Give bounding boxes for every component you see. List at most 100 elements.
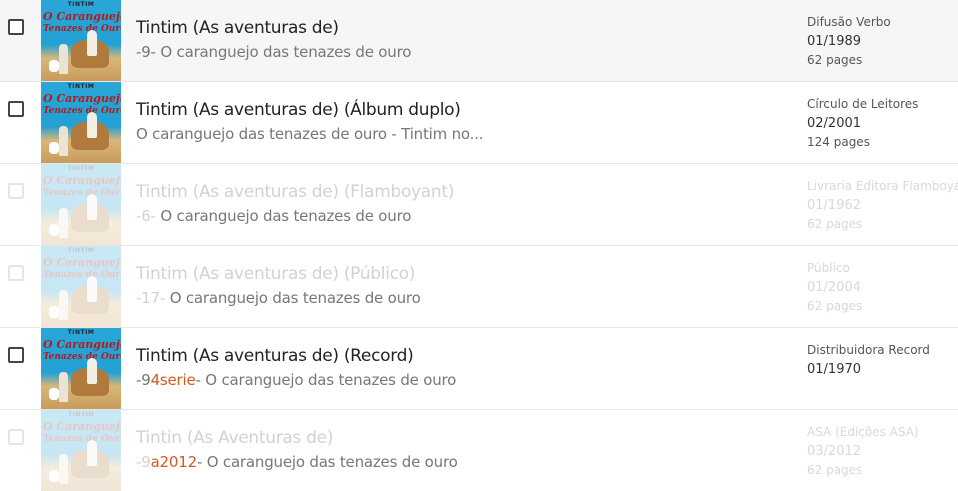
select-checkbox[interactable] bbox=[8, 101, 24, 117]
album-title[interactable]: Tintim (As aventuras de) (Record) bbox=[136, 346, 414, 366]
album-cover-image[interactable]: TINTIM O Caranguejo das Tenazes de Ouro bbox=[41, 0, 121, 81]
publication-date: 01/1970 bbox=[807, 362, 862, 377]
album-title[interactable]: Tintim (As aventuras de) bbox=[136, 18, 339, 38]
album-story-title: O caranguejo das tenazes de ouro - Tinti… bbox=[136, 125, 484, 143]
select-checkbox bbox=[8, 183, 24, 199]
list-item: TINTIM O Caranguejo das Tenazes de Ouro … bbox=[0, 246, 958, 328]
page-count: 62 pages bbox=[807, 53, 863, 67]
publisher-label: ASA (Edições ASA) bbox=[807, 425, 919, 439]
cover-title-line2: Tenazes de Ouro bbox=[43, 352, 121, 362]
cover-figure-shape bbox=[87, 358, 97, 384]
page-count: 62 pages bbox=[807, 217, 863, 231]
page-count: 62 pages bbox=[807, 463, 863, 477]
page-count: 124 pages bbox=[807, 135, 870, 149]
edition-meta: Público 01/2004 62 pages bbox=[807, 259, 958, 316]
publisher-label: Difusão Verbo bbox=[807, 15, 891, 29]
page-count: 62 pages bbox=[807, 299, 863, 313]
album-edition-list: TINTIM O Caranguejo das Tenazes de Ouro … bbox=[0, 0, 958, 491]
cover-series-label: TINTIM bbox=[67, 329, 95, 336]
album-title: Tintim (As aventuras de) (Público) bbox=[136, 264, 416, 284]
edition-meta: Distribuidora Record 01/1970 bbox=[807, 341, 958, 379]
publication-date: 01/1989 bbox=[807, 34, 862, 49]
edition-meta: Círculo de Leitores 02/2001 124 pages bbox=[807, 95, 958, 152]
album-cover-image: TINTIM O Caranguejo das Tenazes de Ouro bbox=[41, 164, 121, 245]
edition-meta: Difusão Verbo 01/1989 62 pages bbox=[807, 13, 958, 70]
publication-date: 02/2001 bbox=[807, 116, 862, 131]
cover-dog-shape bbox=[49, 306, 59, 318]
cover-figure-shape bbox=[87, 276, 97, 302]
select-checkbox[interactable] bbox=[8, 347, 24, 363]
album-cover-image[interactable]: TINTIM O Caranguejo das Tenazes de Ouro bbox=[41, 328, 121, 409]
edition-meta: Livraria Editora Flamboyant 01/1962 62 p… bbox=[807, 177, 958, 234]
album-subtitle: O caranguejo das tenazes de ouro - Tinti… bbox=[136, 125, 484, 143]
album-cover-image[interactable]: TINTIM O Caranguejo das Tenazes de Ouro bbox=[41, 82, 121, 163]
select-checkbox bbox=[8, 429, 24, 445]
album-story-title: O caranguejo das tenazes de ouro bbox=[155, 43, 412, 61]
list-item[interactable]: TINTIM O Caranguejo das Tenazes de Ouro … bbox=[0, 82, 958, 164]
cover-title-line1: O Caranguejo das bbox=[43, 420, 121, 433]
album-number: -9- bbox=[136, 43, 156, 61]
publisher-label: Distribuidora Record bbox=[807, 343, 930, 357]
cover-series-label: TINTIN bbox=[68, 411, 94, 418]
cover-title-line2: Tenazes de Ouro bbox=[43, 434, 121, 444]
edition-meta: ASA (Edições ASA) 03/2012 62 pages bbox=[807, 423, 958, 480]
list-item: TINTIM O Caranguejo das Tenazes de Ouro … bbox=[0, 164, 958, 246]
publisher-label: Círculo de Leitores bbox=[807, 97, 919, 111]
cover-title-line2: Tenazes de Ouro bbox=[43, 106, 121, 116]
cover-figure-shape bbox=[87, 440, 97, 466]
cover-title-line1: O Caranguejo das bbox=[43, 256, 121, 269]
cover-title-line2: Tenazes de Ouro bbox=[43, 270, 121, 280]
album-subtitle: -9- O caranguejo das tenazes de ouro bbox=[136, 43, 411, 61]
cover-figure-shape bbox=[59, 372, 68, 402]
cover-dog-shape bbox=[49, 224, 59, 236]
album-number: -17- bbox=[136, 289, 166, 307]
album-number-suffix: a2012 bbox=[150, 453, 198, 471]
cover-series-label: TINTIM bbox=[67, 247, 95, 254]
cover-figure-shape bbox=[87, 112, 97, 138]
cover-series-label: TINTIM bbox=[67, 1, 95, 8]
cover-title-line1: O Caranguejo das bbox=[43, 10, 121, 23]
cover-figure-shape bbox=[87, 30, 97, 56]
list-item[interactable]: TINTIM O Caranguejo das Tenazes de Ouro … bbox=[0, 0, 958, 82]
publisher-label: Público bbox=[807, 261, 850, 275]
cover-figure-shape bbox=[59, 126, 68, 156]
album-subtitle: -17- O caranguejo das tenazes de ouro bbox=[136, 289, 421, 307]
album-story-title: O caranguejo das tenazes de ouro bbox=[155, 207, 412, 225]
album-story-title: - O caranguejo das tenazes de ouro bbox=[195, 371, 457, 389]
publication-date: 01/2004 bbox=[807, 280, 862, 295]
publication-date: 03/2012 bbox=[807, 444, 862, 459]
album-subtitle: -94serie- O caranguejo das tenazes de ou… bbox=[136, 371, 456, 389]
album-number-suffix: 4serie bbox=[150, 371, 196, 389]
cover-dog-shape bbox=[49, 142, 59, 154]
list-item: TINTIN O Caranguejo das Tenazes de Ouro … bbox=[0, 410, 958, 491]
cover-figure-shape bbox=[59, 290, 68, 320]
cover-figure-shape bbox=[59, 44, 68, 74]
publication-date: 01/1962 bbox=[807, 198, 862, 213]
album-subtitle: -9a2012- O caranguejo das tenazes de our… bbox=[136, 453, 458, 471]
select-checkbox[interactable] bbox=[8, 19, 24, 35]
cover-figure-shape bbox=[59, 208, 68, 238]
cover-title-line1: O Caranguejo das bbox=[43, 338, 121, 351]
select-checkbox bbox=[8, 265, 24, 281]
album-number: -9 bbox=[136, 453, 151, 471]
cover-title-line2: Tenazes de Ouro bbox=[43, 24, 121, 34]
album-story-title: - O caranguejo das tenazes de ouro bbox=[196, 453, 458, 471]
cover-series-label: TINTIM bbox=[67, 165, 95, 172]
album-cover-image: TINTIN O Caranguejo das Tenazes de Ouro bbox=[41, 410, 121, 491]
list-item[interactable]: TINTIM O Caranguejo das Tenazes de Ouro … bbox=[0, 328, 958, 410]
cover-title-line1: O Caranguejo das bbox=[43, 92, 121, 105]
album-subtitle: -6- O caranguejo das tenazes de ouro bbox=[136, 207, 411, 225]
album-story-title: O caranguejo das tenazes de ouro bbox=[165, 289, 421, 307]
cover-series-label: TINTIM bbox=[67, 83, 95, 90]
album-title: Tintin (As Aventuras de) bbox=[136, 428, 334, 448]
album-number: -6- bbox=[136, 207, 156, 225]
album-title[interactable]: Tintim (As aventuras de) (Álbum duplo) bbox=[136, 100, 461, 120]
album-cover-image: TINTIM O Caranguejo das Tenazes de Ouro bbox=[41, 246, 121, 327]
cover-dog-shape bbox=[49, 60, 59, 72]
cover-figure-shape bbox=[87, 194, 97, 220]
cover-title-line1: O Caranguejo das bbox=[43, 174, 121, 187]
cover-dog-shape bbox=[49, 470, 59, 482]
album-number: -9 bbox=[136, 371, 151, 389]
cover-title-line2: Tenazes de Ouro bbox=[43, 188, 121, 198]
publisher-label: Livraria Editora Flamboyant bbox=[807, 179, 958, 193]
